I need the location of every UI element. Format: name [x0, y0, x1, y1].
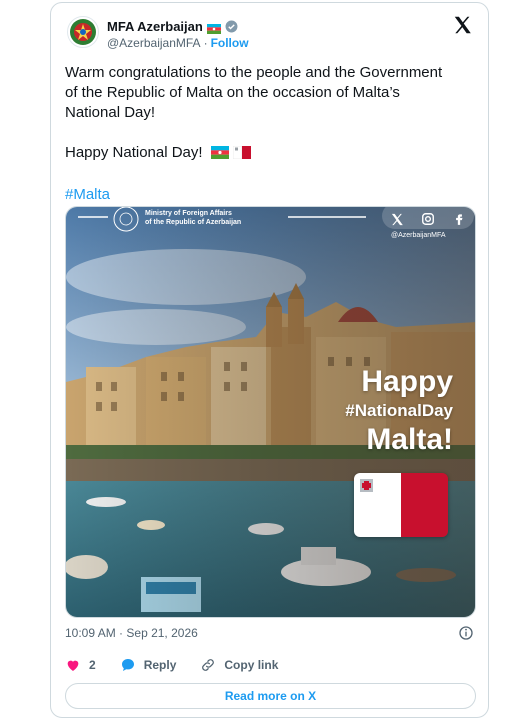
- follow-button[interactable]: Follow: [211, 36, 249, 50]
- headline-malta: Malta!: [366, 423, 453, 456]
- tweet-actions: 2 Reply Copy link: [65, 657, 302, 673]
- meta-separator: ·: [119, 626, 124, 640]
- malta-flag-icon: [354, 473, 448, 537]
- x-social-icon: [392, 213, 403, 225]
- ministry-caption: Ministry of Foreign Affairs of the Repub…: [145, 209, 241, 227]
- info-icon[interactable]: [458, 625, 474, 641]
- azerbaijan-flag-icon: [206, 21, 221, 34]
- tweet-greeting-line: Happy National Day!: [65, 143, 477, 165]
- tweet-text: Warm congratulations to the people and t…: [65, 63, 477, 205]
- tweet-timestamp[interactable]: 10:09 AM · Sep 21, 2026: [65, 626, 198, 640]
- headline-happy: Happy: [361, 365, 453, 398]
- author-handle-row: @AzerbaijanMFA · Follow: [107, 36, 249, 50]
- ministry-line2: of the Republic of Azerbaijan: [145, 219, 242, 226]
- author-display-name[interactable]: MFA Azerbaijan: [107, 19, 203, 34]
- tweet-line: National Day!: [65, 104, 156, 121]
- reply-label: Reply: [143, 658, 177, 672]
- tweet-line: of the Republic of Malta on the occasion…: [65, 84, 400, 101]
- author-handle[interactable]: @AzerbaijanMFA: [107, 36, 201, 50]
- ministry-line1: Ministry of Foreign Affairs: [145, 210, 232, 217]
- tweet-card: MFA Azerbaijan @AzerbaijanMFA · Follow W…: [50, 2, 489, 718]
- copy-link-label: Copy link: [224, 658, 279, 672]
- tweet-image[interactable]: Ministry of Foreign Affairs of the Repub…: [65, 206, 476, 618]
- like-button[interactable]: 2: [65, 657, 96, 673]
- social-icons: [382, 207, 474, 229]
- facebook-icon: [455, 214, 463, 225]
- author-name-row[interactable]: MFA Azerbaijan: [107, 17, 238, 35]
- copy-link-button[interactable]: Copy link: [200, 657, 278, 673]
- social-handle: @AzerbaijanMFA: [391, 232, 446, 239]
- x-logo-icon[interactable]: [452, 14, 474, 36]
- headline: Happy #NationalDay Malta!: [345, 365, 453, 457]
- handle-separator: ·: [203, 36, 208, 50]
- tweet-greeting: Happy National Day!: [65, 144, 203, 161]
- avatar[interactable]: [67, 16, 99, 48]
- like-count: 2: [89, 658, 96, 672]
- malta-flag-icon: [232, 145, 251, 165]
- instagram-icon: [422, 213, 435, 225]
- azerbaijan-flag-icon: [210, 145, 229, 165]
- hashtag-link[interactable]: #Malta: [65, 185, 477, 205]
- verified-badge-icon: [225, 20, 238, 33]
- headline-nationalday: #NationalDay: [345, 401, 453, 420]
- tweet-date: Sep 21, 2026: [126, 626, 198, 640]
- reply-button[interactable]: Reply: [120, 657, 177, 673]
- tweet-time: 10:09 AM: [65, 626, 116, 640]
- read-more-button[interactable]: Read more on X: [65, 683, 476, 709]
- azerbaijan-emblem-icon: [70, 19, 96, 45]
- reply-icon: [121, 659, 134, 671]
- link-icon: [202, 659, 215, 671]
- tweet-line: Warm congratulations to the people and t…: [65, 64, 443, 81]
- heart-icon: [67, 660, 79, 671]
